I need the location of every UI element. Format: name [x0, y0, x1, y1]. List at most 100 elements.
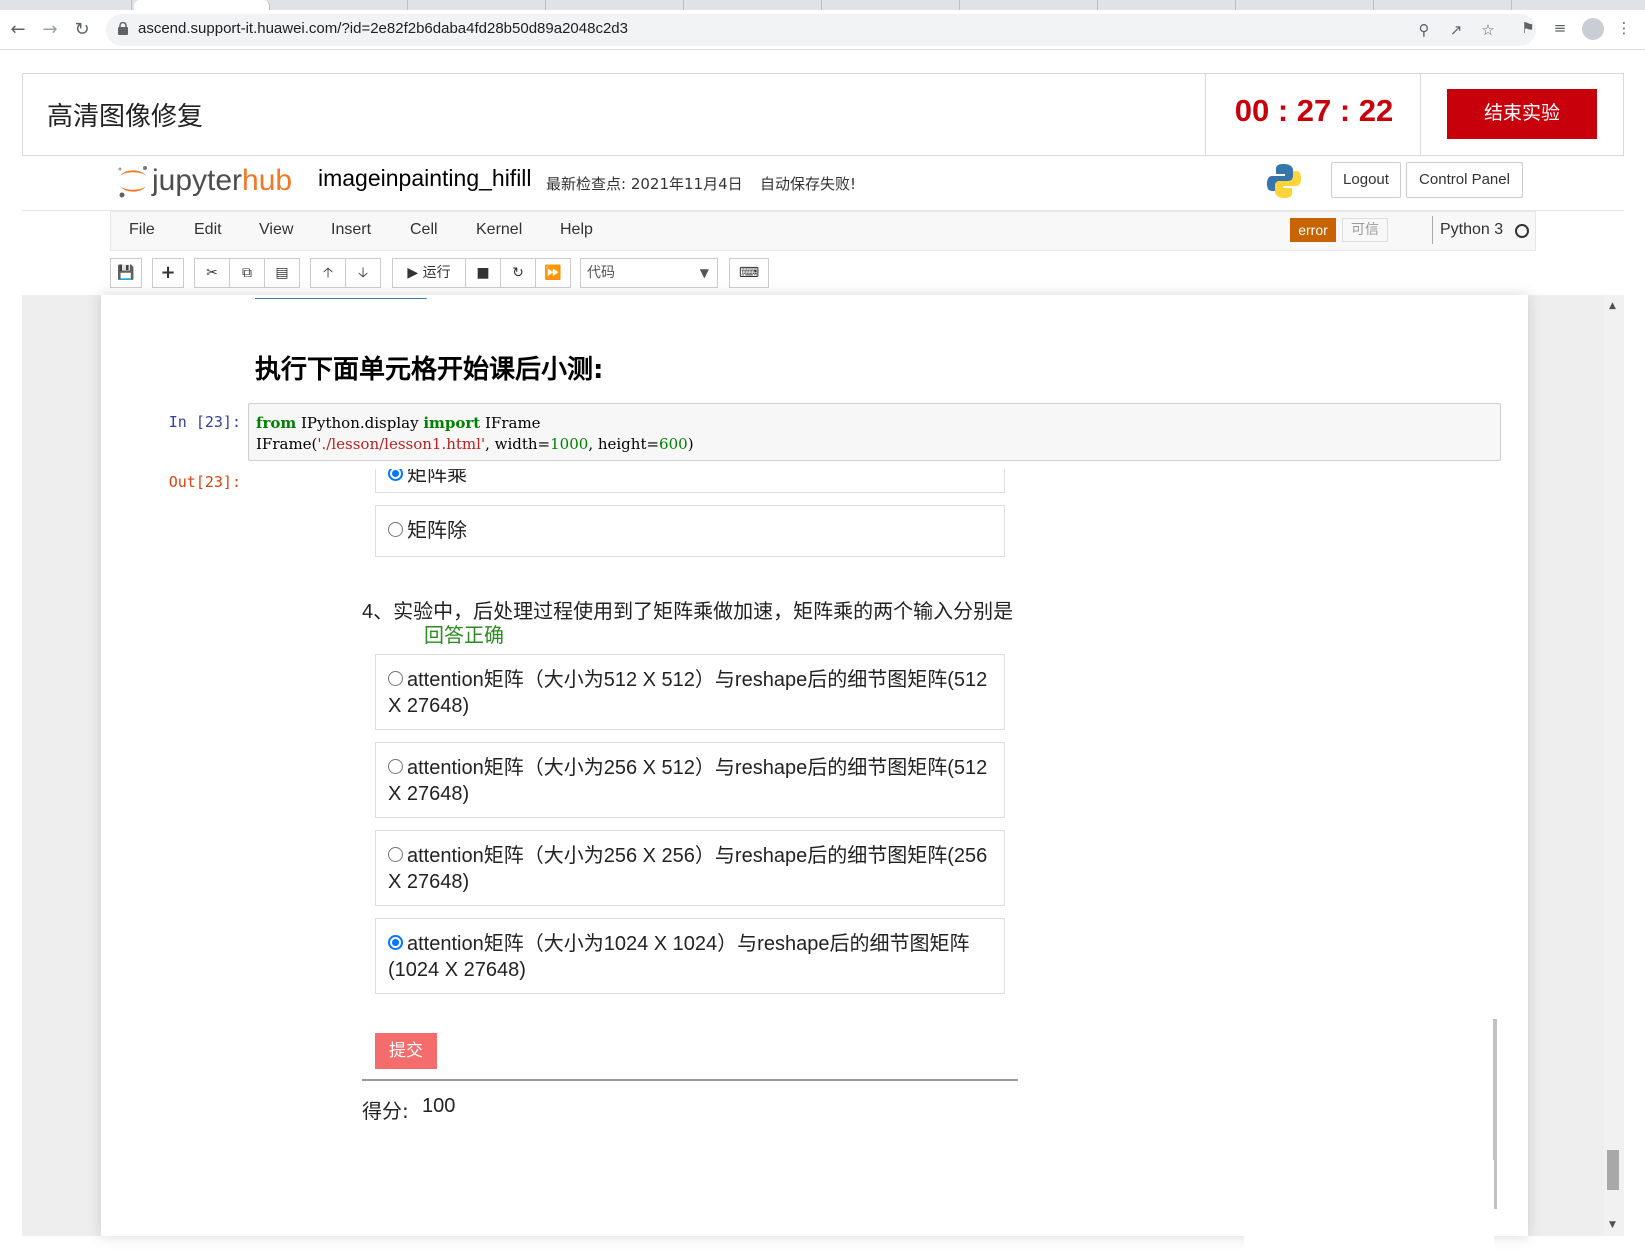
code-string: './lesson/lesson1.html': [317, 435, 486, 453]
kernel-name: Python 3: [1440, 221, 1504, 238]
notebook-menubar: File Edit View Insert Cell Kernel Help e…: [110, 211, 1536, 251]
save-icon[interactable]: 💾: [110, 258, 142, 288]
code-keyword: import: [423, 414, 481, 432]
iframe-scrollbar[interactable]: [1493, 469, 1497, 1219]
option-text: attention矩阵（大小为256 X 512）与reshape后的细节图矩阵…: [407, 757, 988, 779]
cell-type-select[interactable]: 代码 ▼: [580, 258, 718, 288]
radio-unselected[interactable]: [388, 847, 403, 862]
browser-tab[interactable]: [0, 0, 132, 10]
menu-edit[interactable]: Edit: [194, 221, 222, 239]
share-icon[interactable]: ↗: [1446, 20, 1466, 40]
scroll-up-arrow-icon[interactable]: ▲: [1609, 301, 1616, 311]
code-keyword: from: [256, 414, 297, 432]
jupyterhub-wordmark[interactable]: jupyterhub: [152, 164, 292, 198]
cut-scissors-icon[interactable]: ✂: [194, 258, 230, 288]
trusted-indicator[interactable]: 可信: [1342, 218, 1388, 242]
timer-panel: 00 : 27 : 22: [1205, 74, 1421, 155]
jupyter-logo-icon[interactable]: [114, 162, 152, 200]
menu-help[interactable]: Help: [560, 221, 593, 239]
quiz-option-prev[interactable]: 矩阵除: [375, 505, 1005, 557]
lab-header: 高清图像修复 00 : 27 : 22 结束实验: [22, 73, 1624, 156]
browser-tab[interactable]: [824, 0, 960, 10]
browser-tab[interactable]: [1376, 0, 1512, 10]
notification-error-badge[interactable]: error: [1290, 218, 1336, 242]
browser-tab-strip: [0, 0, 1645, 10]
input-prompt: In [23]:: [168, 413, 241, 431]
lock-icon: [118, 22, 128, 35]
code-arg: , height=: [588, 435, 660, 453]
radio-unselected[interactable]: [388, 759, 403, 774]
quiz-option-selected[interactable]: attention矩阵（大小为1024 X 1024）与reshape后的细节图…: [375, 918, 1005, 994]
radio-unselected[interactable]: [388, 522, 403, 537]
code-number: 600: [659, 435, 688, 453]
insert-cell-plus-icon[interactable]: +: [152, 258, 184, 288]
menu-file[interactable]: File: [129, 221, 155, 239]
keyboard-icon[interactable]: ⌨: [729, 258, 769, 288]
menu-view[interactable]: View: [259, 221, 293, 239]
code-line-2: IFrame('./lesson/lesson1.html', width=10…: [256, 434, 1493, 455]
quiz-option[interactable]: attention矩阵（大小为256 X 256）与reshape后的细节图矩阵…: [375, 830, 1005, 906]
autosave-status: 自动保存失败!: [760, 175, 857, 193]
scroll-down-arrow-icon[interactable]: ▼: [1609, 1220, 1616, 1230]
quiz-option-prev-selected[interactable]: 矩阵乘: [375, 469, 1005, 493]
browser-tab[interactable]: [410, 0, 546, 10]
logout-button[interactable]: Logout: [1331, 162, 1401, 198]
bookmark-star-icon[interactable]: ☆: [1478, 20, 1498, 40]
checkpoint-status: 最新检查点: 2021年11月4日: [546, 175, 743, 193]
back-icon[interactable]: ←: [6, 18, 30, 42]
kernel-divider: [1432, 216, 1433, 244]
quiz-iframe[interactable]: 矩阵乘 矩阵除 4、实验中，后处理过程使用到了矩阵乘做加速，矩阵乘的两个输入分别…: [248, 469, 1494, 1236]
browser-tab[interactable]: [1100, 0, 1236, 10]
kernel-idle-indicator-icon: [1515, 224, 1529, 238]
quiz-option[interactable]: attention矩阵（大小为512 X 512）与reshape后的细节图矩阵…: [375, 654, 1005, 730]
answer-correct-feedback: 回答正确: [424, 623, 504, 647]
address-bar[interactable]: ascend.support-it.huawei.com/?id=2e82f2b…: [106, 14, 1536, 46]
profile-avatar[interactable]: [1582, 18, 1604, 40]
code-cell-editor[interactable]: from IPython.display import IFrame IFram…: [248, 403, 1501, 461]
menu-kernel[interactable]: Kernel: [476, 221, 522, 239]
jupyterhub-header: jupyterhub imageinpainting_hifill 最新检查点:…: [22, 156, 1624, 211]
browser-tab[interactable]: [548, 0, 684, 10]
code-paren: ): [687, 435, 694, 453]
browser-tab[interactable]: [686, 0, 822, 10]
more-menu-icon[interactable]: ⋮: [1614, 18, 1634, 38]
extensions-puzzle-icon[interactable]: ⚑: [1518, 18, 1538, 38]
page-scrollbar[interactable]: ▲ ▼: [1604, 295, 1624, 1236]
code-name: IFrame: [480, 414, 541, 432]
page-scroll-thumb[interactable]: [1607, 1150, 1619, 1190]
reload-icon[interactable]: ↻: [70, 18, 94, 42]
reading-list-icon[interactable]: ≡: [1550, 18, 1570, 38]
python-logo-icon: [1267, 164, 1301, 198]
option-text-cont: (1024 X 27648): [388, 959, 526, 981]
overlay-panel: [1244, 1160, 1494, 1251]
stop-square-icon[interactable]: ■: [465, 258, 501, 288]
code-module: IPython.display: [296, 414, 424, 432]
radio-selected[interactable]: [388, 469, 403, 481]
submit-button[interactable]: 提交: [375, 1033, 437, 1069]
notebook-name[interactable]: imageinpainting_hifill: [318, 165, 532, 192]
browser-tab[interactable]: [272, 0, 408, 10]
browser-tab[interactable]: [962, 0, 1098, 10]
radio-unselected[interactable]: [388, 671, 403, 686]
browser-tab-active[interactable]: [134, 0, 270, 10]
fast-forward-icon[interactable]: ⏩: [535, 258, 571, 288]
option-text-cont: X 27648): [388, 695, 470, 717]
run-label: 运行: [422, 265, 451, 281]
menu-insert[interactable]: Insert: [331, 221, 371, 239]
quiz-option[interactable]: attention矩阵（大小为256 X 512）与reshape后的细节图矩阵…: [375, 742, 1005, 818]
browser-tab[interactable]: [1238, 0, 1374, 10]
chevron-down-icon: ▼: [699, 266, 709, 280]
restart-icon[interactable]: ↻: [500, 258, 536, 288]
forward-icon[interactable]: →: [38, 18, 62, 42]
option-text: 矩阵除: [407, 520, 467, 542]
url-text: ascend.support-it.huawei.com/?id=2e82f2b…: [138, 20, 628, 37]
radio-selected[interactable]: [388, 935, 403, 950]
cropped-link[interactable]: [255, 283, 427, 301]
end-experiment-button[interactable]: 结束实验: [1447, 89, 1597, 139]
menu-cell[interactable]: Cell: [410, 221, 438, 239]
option-text: attention矩阵（大小为1024 X 1024）与reshape后的细节图…: [407, 933, 970, 955]
control-panel-button[interactable]: Control Panel: [1406, 162, 1523, 198]
code-number: 1000: [550, 435, 589, 453]
code-arg: , width=: [485, 435, 551, 453]
zoom-icon[interactable]: ⚲: [1414, 20, 1434, 40]
